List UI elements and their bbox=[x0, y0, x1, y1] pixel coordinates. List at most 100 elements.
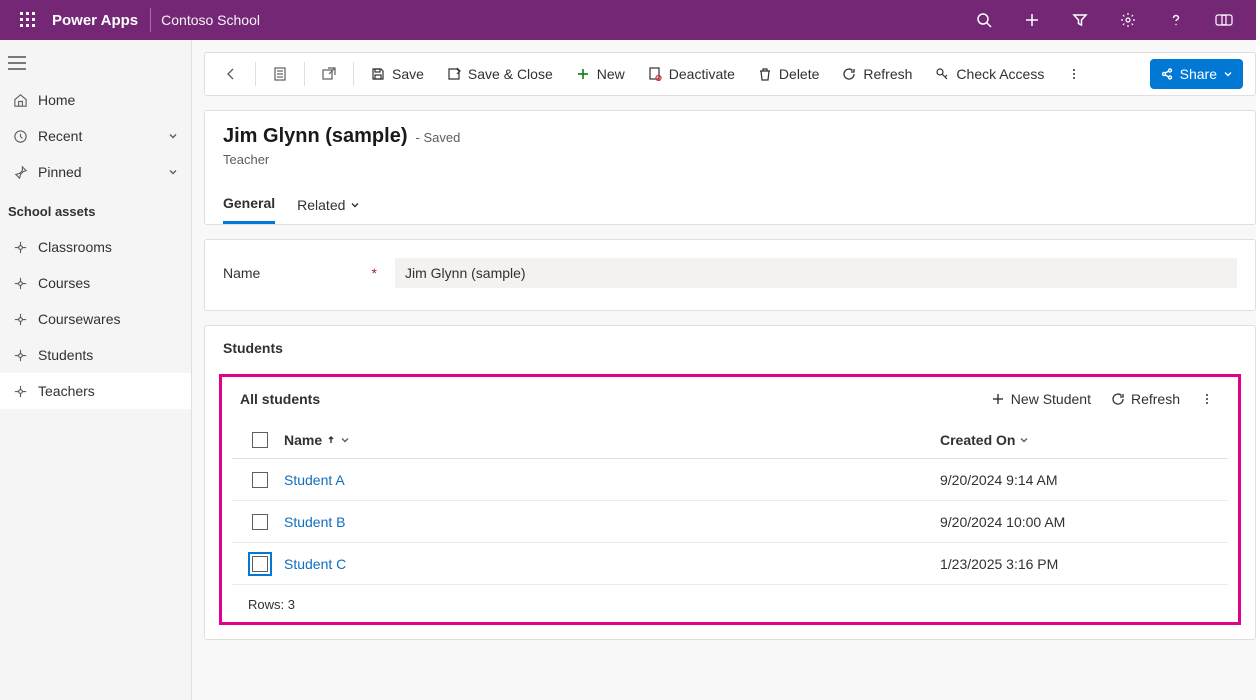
students-subgrid-card: Students All students New Student Refres… bbox=[204, 325, 1256, 640]
form-selector-button[interactable] bbox=[262, 58, 298, 90]
cmd-label: Save bbox=[392, 66, 424, 82]
btn-label: New Student bbox=[1011, 391, 1091, 407]
record-link[interactable]: Student B bbox=[284, 514, 346, 530]
tab-general[interactable]: General bbox=[223, 187, 275, 224]
chevron-down-icon bbox=[349, 199, 361, 211]
site-sidebar: Home Recent Pinned School assets Classro… bbox=[0, 40, 192, 700]
sidebar-label: Students bbox=[38, 347, 93, 363]
record-link[interactable]: Student A bbox=[284, 472, 345, 488]
sidebar-label: Coursewares bbox=[38, 311, 120, 327]
cmd-label: Save & Close bbox=[468, 66, 553, 82]
brand-label: Power Apps bbox=[48, 12, 148, 29]
sidebar-label: Classrooms bbox=[38, 239, 112, 255]
form-tabs: General Related bbox=[223, 187, 1237, 224]
sidebar-toggle-button[interactable] bbox=[0, 50, 191, 82]
search-icon[interactable] bbox=[960, 0, 1008, 40]
chevron-down-icon bbox=[167, 130, 179, 142]
row-checkbox[interactable] bbox=[252, 556, 268, 572]
sidebar-label: Recent bbox=[38, 128, 82, 144]
sidebar-item-teachers[interactable]: Teachers bbox=[0, 373, 191, 409]
settings-icon[interactable] bbox=[1104, 0, 1152, 40]
overflow-button[interactable] bbox=[1056, 58, 1092, 90]
tab-label: Related bbox=[297, 197, 345, 213]
col-header-created[interactable]: Created On bbox=[940, 432, 1220, 448]
refresh-icon bbox=[841, 66, 857, 82]
select-all-checkbox[interactable] bbox=[252, 432, 268, 448]
cell-created: 9/20/2024 10:00 AM bbox=[940, 514, 1220, 530]
name-field[interactable] bbox=[395, 258, 1237, 288]
global-header: Power Apps Contoso School bbox=[0, 0, 1256, 40]
trash-icon bbox=[757, 66, 773, 82]
refresh-button[interactable]: Refresh bbox=[831, 58, 922, 90]
home-icon bbox=[12, 93, 28, 108]
sidebar-label: Teachers bbox=[38, 383, 95, 399]
table-row[interactable]: Student B 9/20/2024 10:00 AM bbox=[232, 501, 1228, 543]
delete-button[interactable]: Delete bbox=[747, 58, 829, 90]
save-button[interactable]: Save bbox=[360, 58, 434, 90]
back-icon bbox=[223, 66, 239, 82]
table-row[interactable]: Student A 9/20/2024 9:14 AM bbox=[232, 459, 1228, 501]
add-icon[interactable] bbox=[1008, 0, 1056, 40]
tab-related[interactable]: Related bbox=[297, 187, 361, 224]
sidebar-item-recent[interactable]: Recent bbox=[0, 118, 191, 154]
table-row[interactable]: Student C 1/23/2025 3:16 PM bbox=[232, 543, 1228, 585]
sidebar-section-title: School assets bbox=[0, 190, 191, 229]
plus-icon bbox=[575, 66, 591, 82]
command-bar: Save Save & Close New Deactivate Delete … bbox=[204, 52, 1256, 96]
cmd-label: New bbox=[597, 66, 625, 82]
app-name-label: Contoso School bbox=[161, 12, 260, 28]
btn-label: Refresh bbox=[1131, 391, 1180, 407]
sidebar-item-home[interactable]: Home bbox=[0, 82, 191, 118]
chevron-down-icon bbox=[167, 166, 179, 178]
save-icon bbox=[370, 66, 386, 82]
filter-icon[interactable] bbox=[1056, 0, 1104, 40]
col-header-name[interactable]: Name bbox=[280, 432, 940, 448]
sort-asc-icon bbox=[326, 435, 336, 445]
highlight-annotation: All students New Student Refresh bbox=[219, 374, 1241, 625]
sidebar-label: Home bbox=[38, 92, 75, 108]
view-name: All students bbox=[240, 391, 320, 407]
entity-icon bbox=[12, 348, 28, 363]
open-new-window-button[interactable] bbox=[311, 58, 347, 90]
entity-icon bbox=[12, 312, 28, 327]
cmd-label: Refresh bbox=[863, 66, 912, 82]
chevron-down-icon bbox=[1223, 69, 1233, 79]
share-button[interactable]: Share bbox=[1150, 59, 1243, 89]
form-section: Name * bbox=[204, 239, 1256, 311]
row-checkbox[interactable] bbox=[252, 472, 268, 488]
back-button[interactable] bbox=[213, 58, 249, 90]
entity-icon bbox=[12, 384, 28, 399]
record-saved-label: - Saved bbox=[416, 130, 461, 145]
tab-label: General bbox=[223, 195, 275, 211]
app-launcher-button[interactable] bbox=[8, 0, 48, 40]
assistant-icon[interactable] bbox=[1200, 0, 1248, 40]
save-close-icon bbox=[446, 66, 462, 82]
share-icon bbox=[1160, 67, 1174, 81]
field-label-name: Name * bbox=[223, 265, 383, 281]
sidebar-item-classrooms[interactable]: Classrooms bbox=[0, 229, 191, 265]
sidebar-item-coursewares[interactable]: Coursewares bbox=[0, 301, 191, 337]
sidebar-item-students[interactable]: Students bbox=[0, 337, 191, 373]
deactivate-button[interactable]: Deactivate bbox=[637, 58, 745, 90]
subgrid-overflow-button[interactable] bbox=[1190, 388, 1224, 410]
record-header-card: Jim Glynn (sample) - Saved Teacher Gener… bbox=[204, 110, 1256, 225]
more-vertical-icon bbox=[1200, 392, 1214, 406]
subgrid-toolbar: All students New Student Refresh bbox=[232, 387, 1228, 421]
new-student-button[interactable]: New Student bbox=[981, 387, 1101, 411]
cmd-label: Check Access bbox=[956, 66, 1044, 82]
save-close-button[interactable]: Save & Close bbox=[436, 58, 563, 90]
sidebar-item-pinned[interactable]: Pinned bbox=[0, 154, 191, 190]
new-button[interactable]: New bbox=[565, 58, 635, 90]
record-entity-label: Teacher bbox=[223, 152, 1237, 167]
form-icon bbox=[272, 66, 288, 82]
sidebar-item-courses[interactable]: Courses bbox=[0, 265, 191, 301]
help-icon[interactable] bbox=[1152, 0, 1200, 40]
entity-icon bbox=[12, 276, 28, 291]
check-access-button[interactable]: Check Access bbox=[924, 58, 1054, 90]
key-icon bbox=[934, 66, 950, 82]
record-link[interactable]: Student C bbox=[284, 556, 346, 572]
subgrid-refresh-button[interactable]: Refresh bbox=[1101, 387, 1190, 411]
refresh-icon bbox=[1111, 392, 1125, 406]
row-checkbox[interactable] bbox=[252, 514, 268, 530]
sidebar-label: Pinned bbox=[38, 164, 82, 180]
